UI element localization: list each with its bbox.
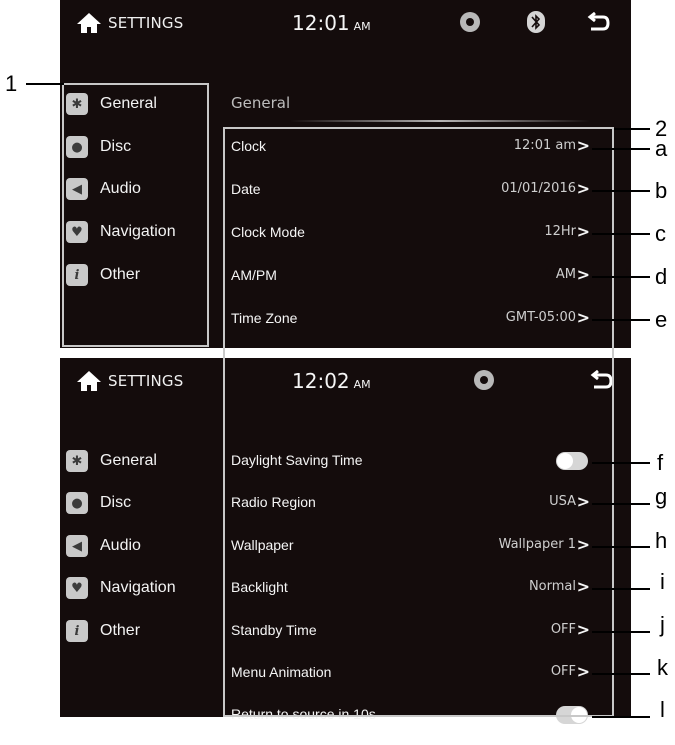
settings-title: SETTINGS (108, 372, 184, 390)
sidebar-item-label: Audio (100, 537, 141, 554)
bluetooth-icon (527, 11, 545, 33)
callout-leader (592, 190, 650, 192)
section-divider (290, 120, 590, 122)
callout-leader (592, 148, 650, 150)
sidebar-item-navigation[interactable]: ♥ Navigation (66, 573, 176, 603)
settings-list-highlight-frame (223, 127, 614, 717)
clock-time: 12:01 AM (292, 11, 371, 35)
sidebar-item-disc[interactable]: ● Disc (66, 488, 131, 518)
callout-leader (592, 716, 650, 718)
callout-leader (26, 83, 64, 85)
callout-label-k: k (657, 655, 668, 680)
callout-leader (592, 673, 650, 675)
callout-leader (614, 128, 650, 130)
sidebar-item-label: Other (100, 622, 141, 639)
settings-title: SETTINGS (108, 14, 184, 32)
callout-label-j: j (660, 612, 665, 637)
sidebar-item-label: Navigation (100, 579, 176, 596)
disc-icon (460, 12, 480, 32)
callout-leader (592, 546, 650, 548)
disc-icon: ● (66, 492, 88, 514)
gear-icon: ✱ (66, 450, 88, 472)
callout-leader (592, 276, 650, 278)
sidebar-item-label: Disc (100, 494, 132, 511)
callout-leader (592, 233, 650, 235)
callout-leader (592, 462, 650, 464)
callout-leader (592, 631, 650, 633)
sidebar-item-other[interactable]: i Other (66, 616, 140, 646)
sidebar-item-label: General (100, 452, 157, 469)
callout-label-a: a (655, 136, 668, 161)
callout-label-g: g (655, 484, 668, 509)
back-icon[interactable] (586, 12, 610, 34)
callout-label-h: h (655, 528, 668, 553)
callout-leader (592, 319, 650, 321)
callout-label-i: i (660, 569, 665, 594)
sidebar-highlight-frame (62, 83, 209, 347)
section-title: General (231, 94, 291, 112)
status-bar: SETTINGS 12:01 AM (60, 0, 631, 44)
callout-label-f: f (657, 450, 664, 475)
sidebar-item-general[interactable]: ✱ General (66, 446, 157, 476)
home-icon[interactable] (76, 12, 102, 34)
info-icon: i (66, 620, 88, 642)
callout-label-b: b (655, 178, 668, 203)
callout-leader (592, 503, 650, 505)
callout-label-1: 1 (5, 71, 18, 96)
callout-label-e: e (655, 307, 668, 332)
sidebar-item-audio[interactable]: ◀ Audio (66, 531, 141, 561)
callout-label-c: c (655, 221, 666, 246)
home-icon[interactable] (76, 370, 102, 392)
callout-leader (592, 588, 650, 590)
callout-label-d: d (655, 264, 668, 289)
speaker-icon: ◀ (66, 535, 88, 557)
callout-label-l: l (660, 697, 665, 722)
location-pin-icon: ♥ (66, 577, 88, 599)
